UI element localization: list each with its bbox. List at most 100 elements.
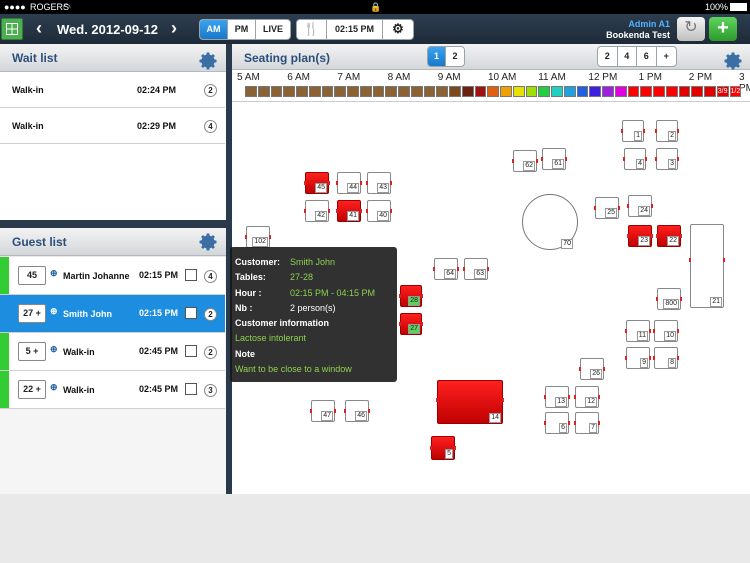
dining-table[interactable]: 27	[399, 313, 423, 335]
dining-table[interactable]: 46	[344, 400, 370, 422]
timeline-slot[interactable]	[665, 86, 678, 97]
timeline-slot[interactable]	[576, 86, 589, 97]
timeline-slot[interactable]	[563, 86, 576, 97]
timeline-slot[interactable]	[653, 86, 665, 97]
dining-table[interactable]: 13	[544, 386, 570, 408]
timeline-slot[interactable]	[614, 86, 627, 97]
dining-table[interactable]: 3	[655, 148, 679, 170]
cutlery-icon[interactable]: 🍴	[297, 20, 327, 39]
dining-table[interactable]: 47	[310, 400, 336, 422]
plan-2-button[interactable]: 2	[446, 47, 464, 66]
refresh-button[interactable]: ↻	[677, 17, 705, 41]
dining-table[interactable]: 6	[544, 412, 570, 434]
timeline-slot[interactable]	[525, 86, 538, 97]
timeline-slot[interactable]	[423, 86, 436, 97]
timeline-slot[interactable]	[436, 86, 448, 97]
dining-table[interactable]: 22	[656, 225, 682, 247]
seating-settings-gear-icon[interactable]	[724, 51, 744, 71]
dining-table[interactable]: 102	[245, 226, 271, 248]
dining-table[interactable]: 9	[625, 347, 651, 369]
timeline-slot[interactable]	[512, 86, 525, 97]
dining-table[interactable]: 5	[430, 436, 456, 460]
timeline-slot[interactable]	[308, 86, 321, 97]
zoom-2-button[interactable]: 2	[598, 47, 618, 66]
timeline-slot[interactable]	[372, 86, 385, 97]
timeline-slot[interactable]	[704, 86, 716, 97]
dining-table[interactable]: 12	[574, 386, 600, 408]
waitlist-item[interactable]: Walk-in 02:29 PM 4	[0, 108, 225, 144]
dining-table[interactable]: 7	[574, 412, 600, 434]
plan-1-button[interactable]: 1	[428, 47, 447, 66]
timeline-slot[interactable]	[347, 86, 359, 97]
timeline-slot[interactable]	[257, 86, 270, 97]
timeline-slot[interactable]	[691, 86, 703, 97]
timeline-slot[interactable]	[500, 86, 512, 97]
dining-table[interactable]: 61	[541, 148, 567, 170]
dining-table[interactable]: 42	[304, 200, 330, 222]
mode-live-button[interactable]: LIVE	[256, 20, 290, 39]
timeline-slot[interactable]	[627, 86, 640, 97]
timeline-slot[interactable]	[538, 86, 550, 97]
timeline-slot[interactable]	[551, 86, 563, 97]
timeline-slot[interactable]	[410, 86, 423, 97]
timeline-slot[interactable]	[487, 86, 499, 97]
timeline-slot[interactable]	[334, 86, 346, 97]
timeline-slot[interactable]	[461, 86, 474, 97]
calendar-grid-icon[interactable]	[1, 18, 23, 40]
time-button[interactable]: 02:15 PM	[327, 20, 383, 39]
dining-table[interactable]: 43	[366, 172, 392, 194]
timeline-slot[interactable]	[602, 86, 614, 97]
dining-table[interactable]: 26	[579, 358, 605, 380]
dining-table[interactable]: 1	[621, 120, 645, 142]
dining-table[interactable]: 11	[625, 320, 651, 342]
timeline-slot[interactable]	[321, 86, 334, 97]
timeline-slot[interactable]	[283, 86, 295, 97]
dining-table[interactable]: 25	[594, 197, 620, 219]
dining-table[interactable]: 63	[463, 258, 489, 280]
dining-table[interactable]: 64	[433, 258, 459, 280]
dining-table[interactable]: 24	[627, 195, 653, 217]
waitlist-item[interactable]: Walk-in 02:24 PM 2	[0, 72, 225, 108]
timeline-slot[interactable]	[474, 86, 487, 97]
dining-table[interactable]: 800	[656, 288, 682, 310]
add-reservation-button[interactable]: +	[709, 17, 737, 41]
time-settings-gear-icon[interactable]: ⚙	[383, 20, 413, 39]
dining-table[interactable]: 8	[653, 347, 679, 369]
guestlist-item[interactable]: 27 + ⊕ Smith John 02:15 PM 2	[0, 295, 225, 333]
guestlist-item[interactable]: 45 ⊕ Martin Johanne 02:15 PM 4	[0, 257, 225, 295]
mode-pm-button[interactable]: PM	[228, 20, 256, 39]
timeline-slot[interactable]: 3/9	[716, 86, 729, 97]
dining-table[interactable]: 14	[436, 380, 504, 424]
dining-table[interactable]: 10	[653, 320, 679, 342]
timeline-slot[interactable]	[245, 86, 257, 97]
dining-table[interactable]: 21	[689, 224, 725, 308]
previous-day-button[interactable]: ‹	[36, 18, 42, 39]
timeline-slot[interactable]	[385, 86, 397, 97]
dining-table[interactable]: 45	[304, 172, 330, 194]
zoom-plus-button[interactable]: +	[657, 47, 676, 66]
dining-table[interactable]: 40	[366, 200, 392, 222]
dining-table[interactable]: 44	[336, 172, 362, 194]
timeline-slot[interactable]	[678, 86, 691, 97]
dining-table[interactable]: 23	[627, 225, 653, 247]
dining-table[interactable]: 41	[336, 200, 362, 222]
timeline-slot[interactable]	[398, 86, 410, 97]
zoom-6-button[interactable]: 6	[637, 47, 657, 66]
round-table[interactable]: 70	[522, 194, 578, 250]
timeline-slot[interactable]	[359, 86, 372, 97]
zoom-4-button[interactable]: 4	[618, 47, 637, 66]
next-day-button[interactable]: ›	[171, 18, 177, 39]
guestlist-settings-gear-icon[interactable]	[199, 232, 219, 252]
timeline-slot[interactable]	[449, 86, 461, 97]
timeline-slot[interactable]: 1/2	[729, 86, 742, 97]
timeline-slot[interactable]	[589, 86, 601, 97]
dining-table[interactable]: 28	[399, 285, 423, 307]
timeline-slot[interactable]	[640, 86, 652, 97]
guestlist-item[interactable]: 22 + ⊕ Walk-in 02:45 PM 3	[0, 371, 225, 409]
waitlist-settings-gear-icon[interactable]	[199, 51, 219, 71]
dining-table[interactable]: 2	[655, 120, 679, 142]
timeline-slot[interactable]	[296, 86, 308, 97]
dining-table[interactable]: 4	[623, 148, 647, 170]
dining-table[interactable]: 62	[512, 150, 538, 172]
mode-am-button[interactable]: AM	[200, 20, 228, 39]
